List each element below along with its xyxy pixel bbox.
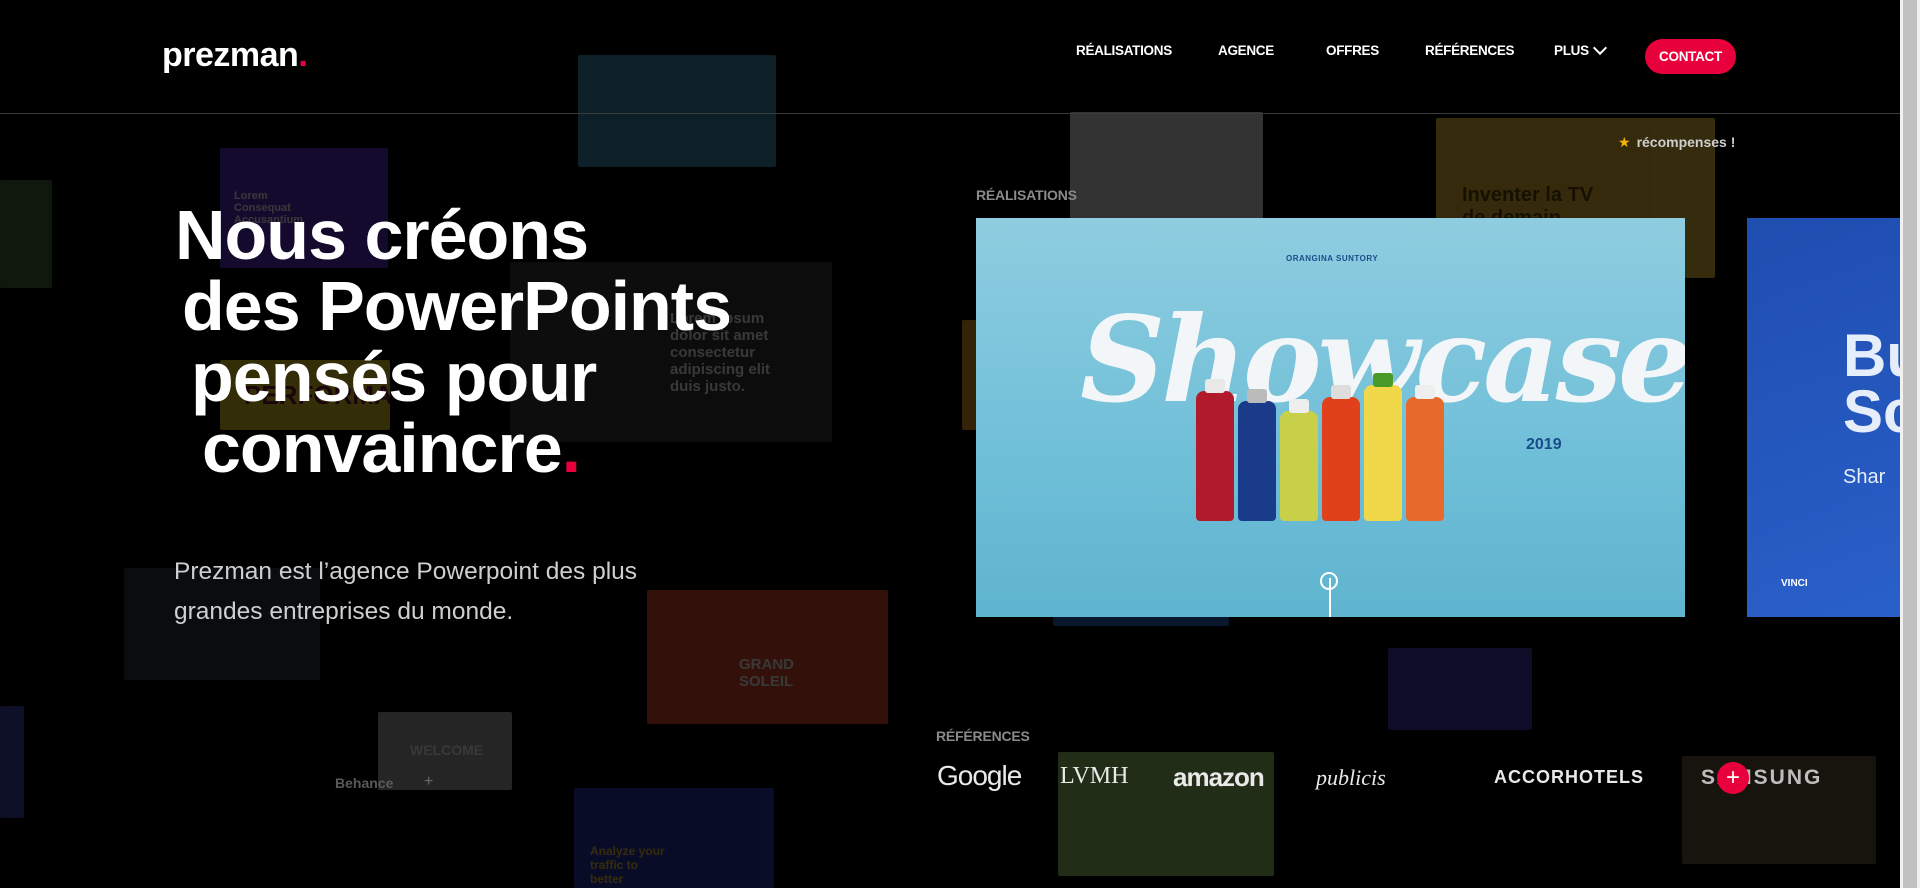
showcase-year: 2019 bbox=[1526, 436, 1562, 453]
nav-agence[interactable]: AGENCE bbox=[1218, 43, 1274, 58]
contact-button[interactable]: CONTACT bbox=[1645, 39, 1736, 74]
references-more-button[interactable]: + bbox=[1717, 762, 1749, 794]
hero-title-line: convaincre bbox=[202, 409, 563, 487]
slider-line bbox=[1329, 578, 1331, 617]
google-logo: Google bbox=[937, 760, 1022, 791]
showcase-brand: ORANGINA SUNTORY bbox=[1286, 254, 1379, 263]
thumbnail-text: GRAND SOLEIL bbox=[739, 656, 794, 690]
hero-title-line: des PowerPoints bbox=[182, 267, 732, 345]
references-label: RÉFÉRENCES bbox=[936, 728, 1030, 744]
nav-references[interactable]: RÉFÉRENCES bbox=[1425, 43, 1515, 58]
scrollbar-thumb[interactable] bbox=[1903, 0, 1917, 888]
nav-plus[interactable]: PLUS bbox=[1554, 40, 1607, 58]
background-thumbnail: Analyze your traffic to better convert i… bbox=[574, 788, 774, 888]
behance-link[interactable]: Behance bbox=[335, 775, 393, 791]
background-thumbnail bbox=[1070, 112, 1263, 224]
star-icon: ★ bbox=[1618, 134, 1631, 150]
realisations-label: RÉALISATIONS bbox=[976, 187, 1077, 203]
thumbnail-text: Analyze your traffic to better convert i… bbox=[590, 844, 665, 888]
nav-plus-label: PLUS bbox=[1554, 43, 1589, 58]
hero-title-line: pensés pour bbox=[191, 338, 597, 416]
next-card-share: Shar bbox=[1843, 466, 1886, 488]
next-card-title: Bu Sc bbox=[1843, 322, 1900, 445]
logo-dot: . bbox=[298, 36, 308, 74]
background-thumbnail: GRAND SOLEIL bbox=[647, 590, 888, 724]
bottle-image bbox=[1322, 385, 1360, 521]
showcase-card[interactable]: ORANGINA SUNTORY Showcase 2019 bbox=[976, 218, 1685, 617]
background-thumbnail bbox=[1388, 648, 1532, 730]
background-thumbnail: WELCOME bbox=[378, 712, 512, 790]
behance-plus-icon[interactable]: + bbox=[424, 773, 433, 791]
chevron-down-icon bbox=[1592, 40, 1607, 56]
background-thumbnail bbox=[0, 706, 24, 818]
hero-title: Nous créons des PowerPoints pensés pour … bbox=[175, 196, 732, 487]
awards-text: récompenses ! bbox=[1636, 134, 1736, 150]
publicis-logo: publicis bbox=[1316, 765, 1386, 790]
thumbnail-text: WELCOME bbox=[410, 742, 484, 758]
nav-offres[interactable]: OFFRES bbox=[1326, 43, 1379, 58]
next-card-title-line: Bu bbox=[1843, 322, 1900, 389]
awards-link[interactable]: ★ récompenses ! bbox=[1618, 134, 1735, 151]
bottle-image bbox=[1238, 389, 1276, 521]
next-card-title-line: Sc bbox=[1843, 378, 1900, 445]
hero-title-dot: . bbox=[561, 409, 581, 487]
bottle-image bbox=[1364, 373, 1402, 521]
scrollbar[interactable] bbox=[1900, 0, 1920, 888]
background-thumbnail bbox=[0, 180, 52, 288]
accorhotels-logo: ACCORHOTELS bbox=[1494, 767, 1644, 787]
next-realisation-card[interactable]: Bu Sc Shar VINCI bbox=[1747, 218, 1900, 617]
nav-realisations[interactable]: RÉALISATIONS bbox=[1076, 43, 1172, 58]
lvmh-logo: LVMH bbox=[1060, 763, 1129, 789]
logo[interactable]: prezman. bbox=[162, 36, 308, 75]
amazon-logo: amazon bbox=[1173, 762, 1265, 792]
hero-subtitle: Prezman est l’agence Powerpoint des plus… bbox=[174, 558, 638, 625]
hero-title-line: Nous créons bbox=[175, 196, 589, 274]
bottle-image bbox=[1196, 379, 1234, 521]
bottle-image bbox=[1406, 385, 1444, 521]
site-header: prezman. RÉALISATIONS AGENCE OFFRES RÉFÉ… bbox=[0, 0, 1900, 114]
next-card-brand: VINCI bbox=[1781, 578, 1808, 589]
bottle-image bbox=[1280, 399, 1318, 521]
logo-text: prezman bbox=[162, 36, 299, 74]
